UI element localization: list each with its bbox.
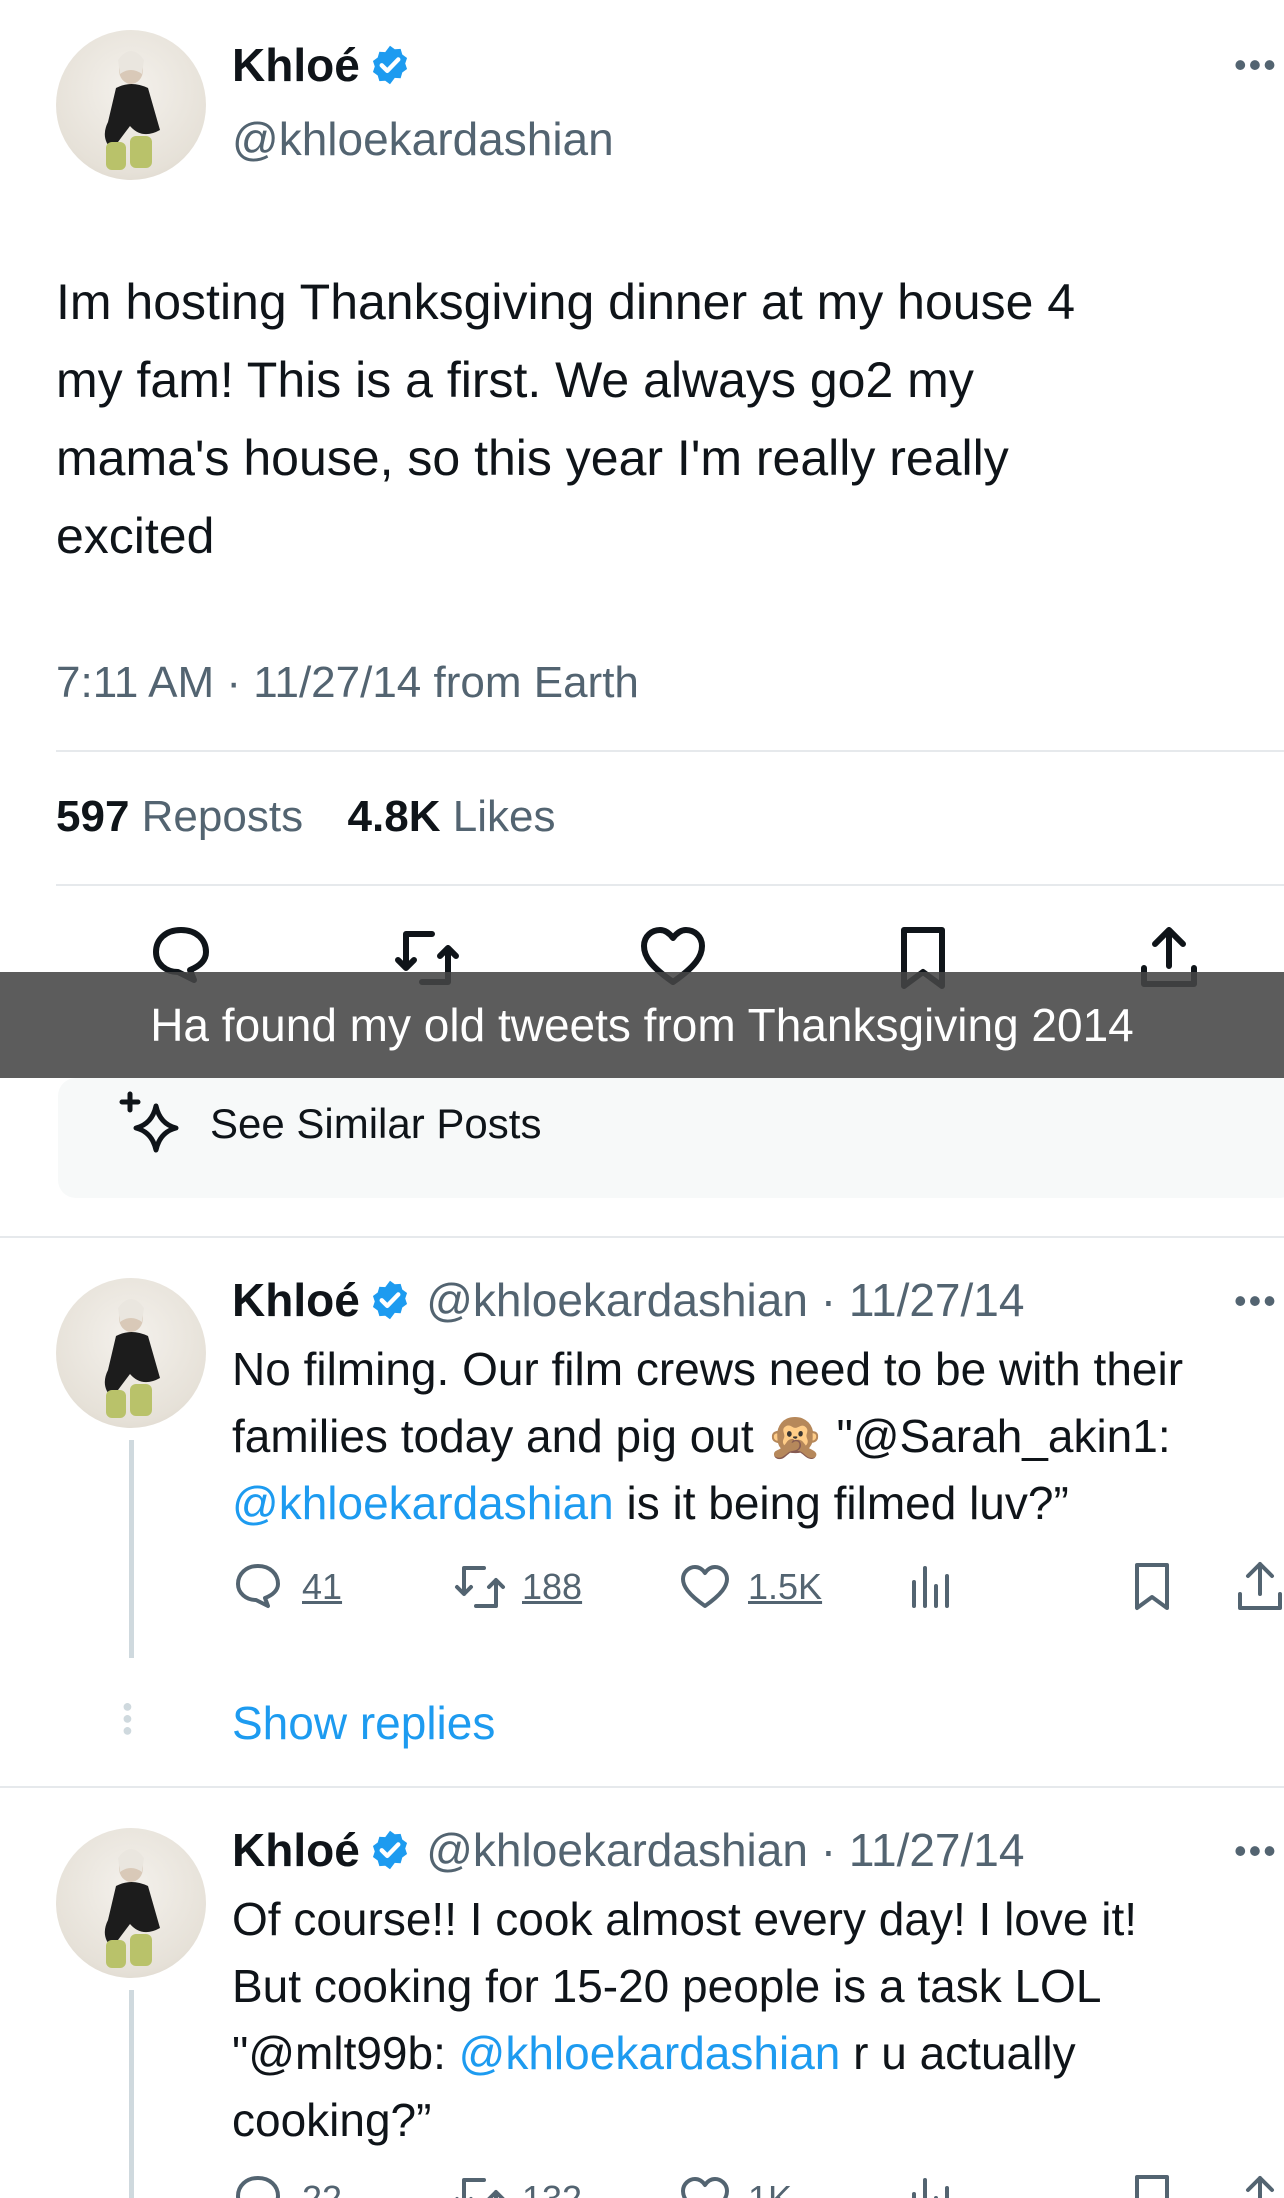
tweet-timestamp[interactable]: 7:11 AM · 11/27/14 from Earth: [56, 658, 639, 708]
author-handle-date[interactable]: @khloekardashian · 11/27/14: [426, 1824, 1024, 1876]
reposts-count[interactable]: 597: [56, 792, 129, 841]
reply-icon[interactable]: [234, 2174, 282, 2198]
reposts-label[interactable]: Reposts: [142, 792, 303, 841]
divider: [0, 1786, 1284, 1788]
repost-count[interactable]: 188: [522, 1566, 582, 1608]
tweet-text-line: mama's house, so this year I'm really re…: [56, 430, 1009, 486]
tweet-text-line: excited: [56, 508, 215, 564]
divider: [0, 1236, 1284, 1238]
author-handle-date[interactable]: @khloekardashian · 11/27/14: [426, 1274, 1024, 1326]
share-icon[interactable]: [1236, 1560, 1284, 1612]
verified-badge-icon: [372, 1280, 407, 1320]
see-similar-posts-label[interactable]: See Similar Posts: [210, 1100, 541, 1148]
more-horizontal-icon[interactable]: •••: [1234, 1280, 1278, 1322]
reply-text-segment: "@mlt99b:: [232, 2027, 459, 2079]
repost-icon[interactable]: [452, 2176, 508, 2198]
show-replies-link[interactable]: Show replies: [232, 1696, 495, 1750]
author-handle[interactable]: @khloekardashian: [232, 112, 614, 166]
bookmark-icon[interactable]: [1132, 2174, 1172, 2198]
author-row: Khloé: [232, 38, 412, 92]
author-name[interactable]: Khloé: [232, 39, 360, 91]
sparkle-icon: [119, 1091, 179, 1153]
tweet-text: Im hosting Thanksgiving dinner at my hou…: [56, 263, 1256, 575]
reply-count[interactable]: 22: [302, 2178, 342, 2198]
avatar[interactable]: [56, 1278, 206, 1428]
reply-action-bar: 41 188 1.5K: [232, 1556, 1284, 1616]
like-icon[interactable]: [680, 2176, 730, 2198]
bookmark-icon[interactable]: [1132, 1562, 1172, 1612]
reply-count[interactable]: 41: [302, 1566, 342, 1608]
snap-caption: Ha found my old tweets from Thanksgiving…: [0, 972, 1284, 1078]
likes-count[interactable]: 4.8K: [348, 792, 441, 841]
reply-text-segment: families today and pig out: [232, 1410, 767, 1462]
share-icon[interactable]: [1236, 2174, 1284, 2198]
reply-text-line: cooking?”: [232, 2094, 432, 2146]
tweet-text-line: Im hosting Thanksgiving dinner at my hou…: [56, 274, 1076, 330]
thread-dots: ● ● ●: [122, 1696, 133, 1740]
tweet-text-line: my fam! This is a first. We always go2 m…: [56, 352, 974, 408]
reply-text-line: But cooking for 15-20 people is a task L…: [232, 1960, 1102, 2012]
author-name[interactable]: Khloé: [232, 1274, 360, 1326]
thread-line: [129, 1990, 134, 2198]
repost-icon[interactable]: [452, 1564, 508, 1610]
likes-label[interactable]: Likes: [453, 792, 556, 841]
divider: [56, 884, 1284, 886]
like-count[interactable]: 1.5K: [748, 1566, 822, 1608]
divider: [56, 750, 1284, 752]
reply-text-line: @khloekardashian is it being filmed luv?…: [232, 1470, 1284, 1537]
reply-text-line: No filming. Our film crews need to be wi…: [232, 1343, 1184, 1395]
avatar[interactable]: [56, 30, 206, 180]
reply-text-line: families today and pig out 🙊 "@Sarah_aki…: [232, 1403, 1284, 1470]
repost-count[interactable]: 132: [522, 2178, 582, 2198]
views-icon[interactable]: [908, 2174, 952, 2198]
verified-badge-icon: [372, 1830, 407, 1870]
reply-header: Khloé @khloekardashian · 11/27/14: [232, 1273, 1024, 1327]
reply-text-segment: r u actually: [840, 2027, 1076, 2079]
reply-text-line: "@mlt99b: @khloekardashian r u actually: [232, 2020, 1284, 2087]
views-icon[interactable]: [908, 1562, 952, 1610]
reply-text: No filming. Our film crews need to be wi…: [232, 1336, 1284, 1537]
reply-text: Of course!! I cook almost every day! I l…: [232, 1886, 1284, 2154]
like-icon[interactable]: [680, 1564, 730, 1610]
reply-icon[interactable]: [234, 1562, 282, 1610]
reply-action-bar: 22 132 1K: [232, 2174, 1284, 2198]
verified-badge-icon: [372, 45, 407, 85]
reply-text-segment: is it being filmed luv?”: [613, 1477, 1069, 1529]
like-count[interactable]: 1K: [748, 2178, 792, 2198]
reply-text-segment: "@Sarah_akin1:: [823, 1410, 1171, 1462]
thread-line: [129, 1440, 134, 1658]
author-name[interactable]: Khloé: [232, 1824, 360, 1876]
more-horizontal-icon[interactable]: •••: [1234, 1830, 1278, 1872]
monkey-emoji: 🙊: [766, 1410, 824, 1462]
mention-link[interactable]: @khloekardashian: [232, 1477, 614, 1529]
engagement-stats: 597 Reposts 4.8K Likes: [56, 792, 555, 842]
mention-link[interactable]: @khloekardashian: [459, 2027, 841, 2079]
reply-text-line: Of course!! I cook almost every day! I l…: [232, 1893, 1138, 1945]
see-similar-posts-card[interactable]: See Similar Posts: [58, 1078, 1284, 1198]
avatar[interactable]: [56, 1828, 206, 1978]
reply-header: Khloé @khloekardashian · 11/27/14: [232, 1823, 1024, 1877]
more-horizontal-icon[interactable]: •••: [1234, 44, 1278, 86]
